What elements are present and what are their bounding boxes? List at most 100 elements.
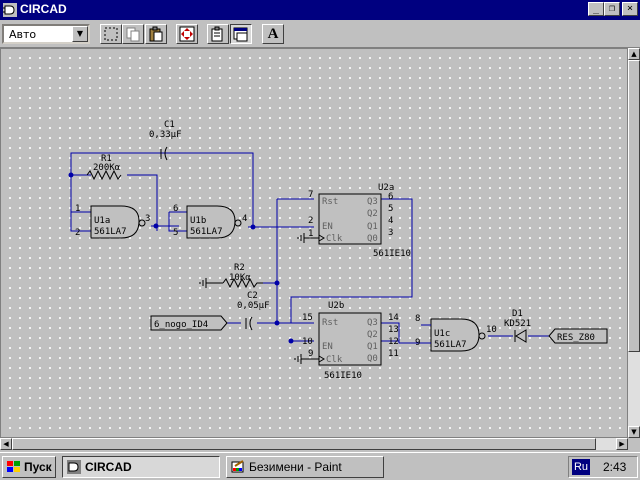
u2b-pin-15: 15 [302,313,313,323]
window-icon [233,27,248,42]
move-icon [179,26,195,42]
schematic-canvas[interactable]: C1 0,33µF R1 200Kα U1a 561LA7 1 2 3 U1b … [0,48,628,438]
u1a-part: 561LA7 [94,227,127,237]
vertical-scroll-thumb[interactable] [628,60,640,352]
move-button[interactable] [176,24,198,44]
u2b-part: 561IE10 [324,371,362,381]
select-rect-button[interactable] [100,24,122,44]
u1b-part: 561LA7 [190,227,223,237]
scroll-corner [628,438,640,450]
circad-app-icon [3,3,17,17]
horizontal-scroll-thumb[interactable] [12,438,596,450]
task-paint-label: Безимени - Paint [249,460,342,474]
u2b-pin-12: 12 [388,337,399,347]
u2b-pin-9: 9 [308,349,313,359]
close-button[interactable]: × [622,2,638,16]
counter-u2a[interactable]: U2a 561IE10 Rst EN Clk Q3 Q2 Q1 Q0 7 2 1… [297,183,411,259]
u2b-output-q3: Q3 [367,318,378,328]
text-button[interactable]: A [262,24,284,44]
u2b-input-en: EN [322,342,333,352]
resistor-r2[interactable]: R2 10Kα [199,263,263,289]
u2a-output-q1: Q1 [367,222,378,232]
d1-part: KD521 [504,319,531,329]
paint-app-icon [231,460,244,473]
c2-ref: C2 [247,291,258,301]
maximize-button[interactable]: ❐ [604,2,620,16]
vertical-scrollbar[interactable]: ▲ ▼ [628,48,640,438]
diode-d1[interactable]: D1 KD521 [504,309,531,343]
u2b-pin-10: 10 [302,337,313,347]
start-button[interactable]: Пуск [2,456,56,478]
u1b-ref: U1b [190,216,206,226]
horizontal-scrollbar[interactable]: ◀ ▶ [0,438,628,450]
u2a-pin-6: 6 [388,192,393,202]
u2b-pin-13: 13 [388,325,399,335]
text-icon: A [267,25,279,42]
gate-u1b[interactable]: U1b 561LA7 6 5 4 [173,204,247,239]
u1a-pin-2: 2 [75,228,80,238]
paste-button[interactable] [145,24,167,44]
scroll-up-button[interactable]: ▲ [628,48,640,60]
u2b-output-q1: Q1 [367,342,378,352]
minimize-button[interactable]: _ [588,2,604,16]
u2b-input-rst: Rst [322,318,338,328]
chevron-down-icon[interactable]: ▼ [72,26,88,42]
u1c-pin-10: 10 [486,325,497,335]
u1c-ref: U1c [434,329,450,339]
u2a-output-q2: Q2 [367,209,378,219]
u2a-output-q3: Q3 [367,197,378,207]
scroll-left-button[interactable]: ◀ [0,438,12,450]
u2a-pin-3: 3 [388,228,393,238]
u1c-pin-8: 8 [415,314,420,324]
u1c-pin-9: 9 [415,338,420,348]
capacitor-c1[interactable]: C1 0,33µF [149,120,182,161]
mode-dropdown[interactable]: Авто ▼ [2,24,90,44]
scroll-right-button[interactable]: ▶ [616,438,628,450]
u1b-pin-4: 4 [242,214,247,224]
u2a-output-q0: Q0 [367,234,378,244]
scroll-down-button[interactable]: ▼ [628,426,640,438]
task-paint[interactable]: Безимени - Paint [226,456,384,478]
r2-value: 10Kα [229,273,251,283]
input-port[interactable]: 6_nogo_ID4 [150,315,228,331]
gate-u1a[interactable]: U1a 561LA7 1 2 3 [75,204,150,239]
output-port-label: RES_Z80 [557,333,595,343]
u2b-output-q0: Q0 [367,354,378,364]
resistor-r1[interactable]: R1 200Kα [86,154,122,181]
c1-ref: C1 [164,120,175,130]
c2-value: 0,05µF [237,301,270,311]
windows-logo-icon [7,461,20,472]
u2a-input-rst: Rst [322,197,338,207]
task-circad[interactable]: CIRCAD [62,456,220,478]
taskbar: Пуск CIRCAD Безимени - Paint Ru 2:43 [0,452,640,480]
output-port[interactable]: RES_Z80 [548,328,608,344]
u2a-pin-2: 2 [308,216,313,226]
task-circad-label: CIRCAD [85,460,132,474]
gate-u1c[interactable]: U1c 561LA7 8 9 10 [415,314,497,352]
properties-button[interactable] [207,24,229,44]
language-indicator[interactable]: Ru [572,459,590,475]
u1a-ref: U1a [94,216,110,226]
u2a-input-en: EN [322,222,333,232]
u2b-ground-symbol [294,354,319,364]
d1-ref: D1 [512,309,523,319]
paste-icon [149,26,163,42]
u1c-part: 561LA7 [434,340,467,350]
input-port-label: 6_nogo_ID4 [154,320,208,330]
start-label: Пуск [24,460,52,474]
schematic-drawing: C1 0,33µF R1 200Kα U1a 561LA7 1 2 3 U1b … [68,120,608,381]
window-button[interactable] [230,24,252,44]
title-bar: CIRCAD _ ❐ × [0,0,640,20]
clock[interactable]: 2:43 [603,460,626,474]
mode-dropdown-value: Авто [9,28,37,41]
u2b-pin-14: 14 [388,313,399,323]
u2a-pin-5: 5 [388,204,393,214]
window-title: CIRCAD [20,2,67,16]
u1b-pin-5: 5 [173,228,178,238]
u2a-input-clk: Clk [326,234,343,244]
toolbar: Авто ▼ A [0,20,640,48]
c1-value: 0,33µF [149,130,182,140]
r1-value: 200Kα [93,163,121,173]
capacitor-c2[interactable]: C2 0,05µF [237,291,270,331]
copy-button[interactable] [122,24,144,44]
